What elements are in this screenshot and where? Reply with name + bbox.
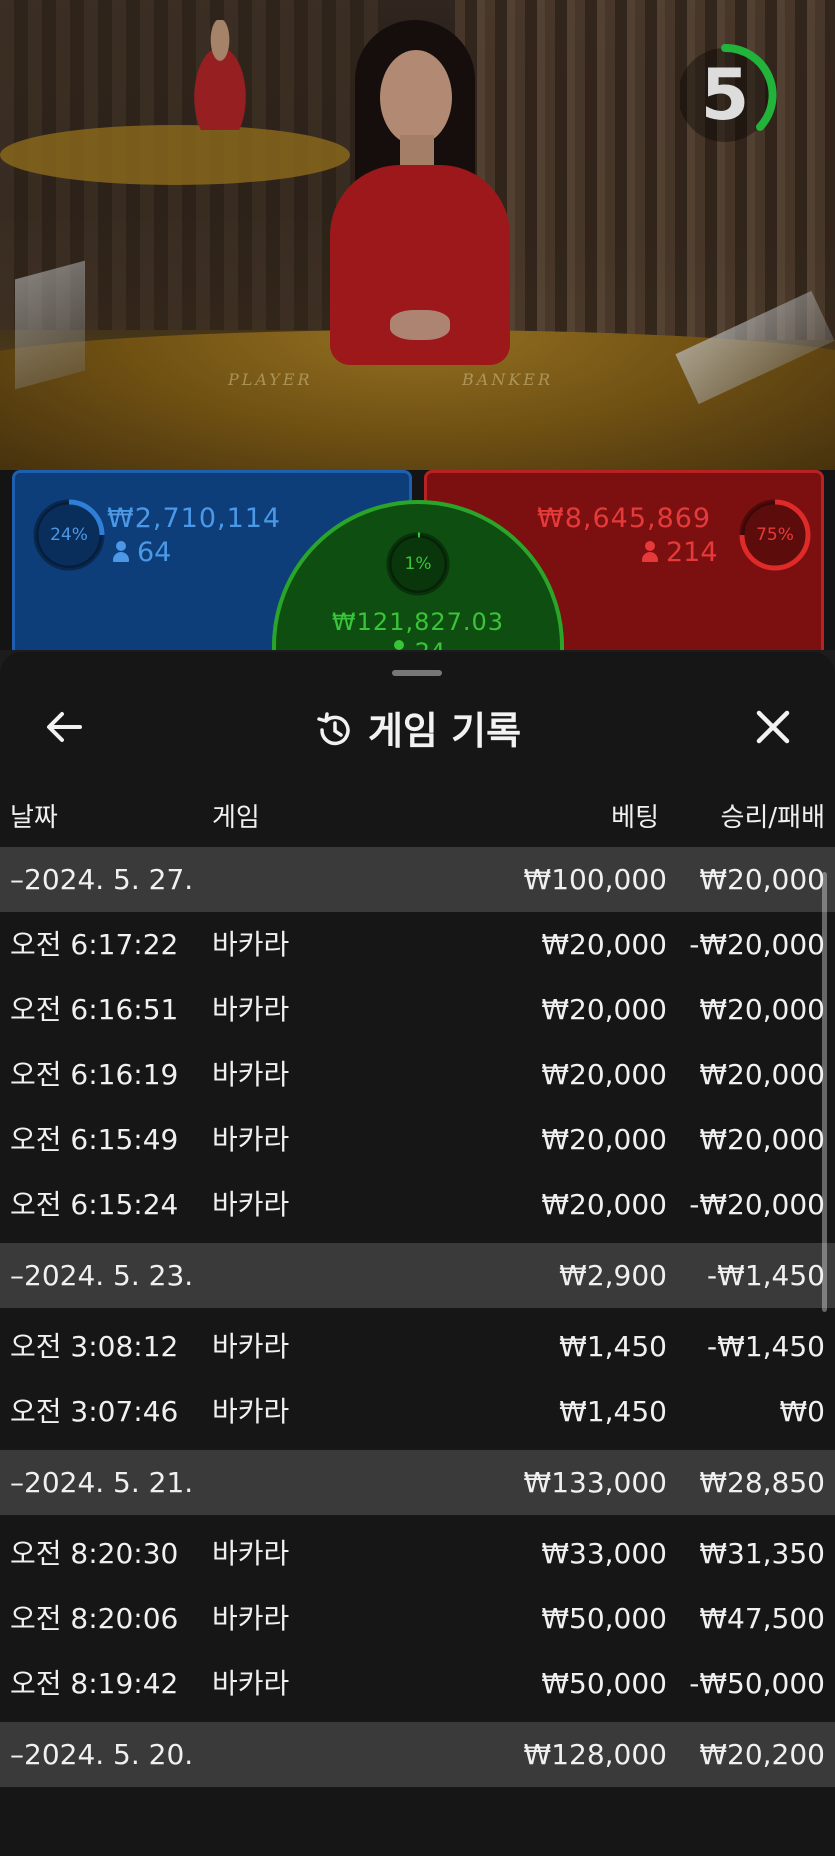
- banker-percent: 75%: [756, 525, 794, 545]
- user-icon: [642, 541, 658, 563]
- sheet-header: 게임 기록: [0, 692, 835, 762]
- row-win: -₩20,000: [689, 1188, 825, 1221]
- player-count-wrap: 64: [113, 537, 171, 568]
- group-win-total: ₩28,850: [699, 1466, 825, 1499]
- column-header-date: 날짜: [10, 803, 58, 833]
- row-win: ₩0: [779, 1395, 826, 1428]
- row-win: ₩20,000: [699, 1123, 825, 1156]
- date-group-row[interactable]: –2024. 5. 21. ₩133,000 ₩28,850: [0, 1450, 835, 1515]
- banker-count: 214: [666, 537, 718, 568]
- row-time: 오전 6:16:19: [10, 1058, 179, 1091]
- column-header-win-loss: 승리/패배: [720, 803, 825, 833]
- player-count: 64: [137, 537, 172, 568]
- row-game: 바카라: [212, 1058, 290, 1091]
- row-time: 오전 6:15:49: [10, 1123, 179, 1156]
- row-time: 오전 3:08:12: [10, 1330, 179, 1363]
- column-header-game: 게임: [212, 803, 260, 833]
- history-scrollbar[interactable]: [822, 872, 827, 1312]
- row-win: ₩20,000: [699, 993, 825, 1026]
- player-percent: 24%: [50, 525, 88, 545]
- row-win: -₩1,450: [707, 1330, 825, 1363]
- date-group-row[interactable]: –2024. 5. 20. ₩128,000 ₩20,200: [0, 1722, 835, 1787]
- history-row[interactable]: 오전 6:16:51 바카라 ₩20,000 ₩20,000: [0, 977, 835, 1042]
- row-bet: ₩20,000: [541, 993, 667, 1026]
- group-date: –2024. 5. 23.: [10, 1259, 194, 1292]
- row-bet: ₩1,450: [559, 1395, 667, 1428]
- row-time: 오전 8:19:42: [10, 1667, 179, 1700]
- group-bet-total: ₩2,900: [559, 1259, 667, 1292]
- group-bet-total: ₩128,000: [523, 1738, 667, 1771]
- row-game: 바카라: [212, 1188, 290, 1221]
- history-row[interactable]: 오전 6:16:19 바카라 ₩20,000 ₩20,000: [0, 1042, 835, 1107]
- group-bet-total: ₩133,000: [523, 1466, 667, 1499]
- row-bet: ₩20,000: [541, 1123, 667, 1156]
- column-header-bet: 베팅: [611, 803, 659, 833]
- row-win: -₩20,000: [689, 928, 825, 961]
- history-row[interactable]: 오전 3:08:12 바카라 ₩1,450 -₩1,450: [0, 1314, 835, 1379]
- history-row[interactable]: 오전 8:20:30 바카라 ₩33,000 ₩31,350: [0, 1521, 835, 1586]
- date-group-row[interactable]: –2024. 5. 27. ₩100,000 ₩20,000: [0, 847, 835, 912]
- history-icon: [317, 712, 350, 746]
- group-date: –2024. 5. 20.: [10, 1738, 194, 1771]
- game-history-sheet: 게임 기록 날짜 게임 베팅 승리/패배 –2024. 5. 27. ₩100,…: [0, 652, 835, 1856]
- row-time: 오전 6:16:51: [10, 993, 179, 1026]
- group-win-total: ₩20,000: [699, 863, 825, 896]
- close-button[interactable]: [748, 702, 798, 752]
- close-icon: [756, 710, 790, 744]
- group-date: –2024. 5. 27.: [10, 863, 194, 896]
- row-bet: ₩1,450: [559, 1330, 667, 1363]
- row-time: 오전 3:07:46: [10, 1395, 179, 1428]
- row-game: 바카라: [212, 1123, 290, 1156]
- user-icon: [113, 541, 129, 563]
- row-bet: ₩33,000: [541, 1537, 667, 1570]
- row-bet: ₩20,000: [541, 928, 667, 961]
- timer-value: 5: [700, 54, 750, 136]
- tie-percent-ring: 1%: [384, 530, 452, 598]
- row-time: 오전 6:17:22: [10, 928, 179, 961]
- group-bet-total: ₩100,000: [523, 863, 667, 896]
- row-win: ₩20,000: [699, 1058, 825, 1091]
- row-time: 오전 8:20:30: [10, 1537, 179, 1570]
- history-row[interactable]: 오전 6:15:49 바카라 ₩20,000 ₩20,000: [0, 1107, 835, 1172]
- banker-percent-ring: 75%: [737, 497, 813, 573]
- tie-percent: 1%: [404, 554, 432, 574]
- row-time: 오전 6:15:24: [10, 1188, 179, 1221]
- tie-bet-amount: ₩121,827.03: [331, 608, 505, 636]
- sheet-drag-handle[interactable]: [392, 670, 442, 676]
- row-time: 오전 8:20:06: [10, 1602, 179, 1635]
- row-bet: ₩50,000: [541, 1602, 667, 1635]
- history-row[interactable]: 오전 8:19:42 바카라 ₩50,000 -₩50,000: [0, 1651, 835, 1716]
- group-win-total: ₩20,200: [699, 1738, 825, 1771]
- history-row[interactable]: 오전 6:15:24 바카라 ₩20,000 -₩20,000: [0, 1172, 835, 1237]
- row-game: 바카라: [212, 928, 290, 961]
- group-win-total: -₩1,450: [707, 1259, 825, 1292]
- player-bet-amount: ₩2,710,114: [107, 503, 282, 534]
- row-win: -₩50,000: [689, 1667, 825, 1700]
- sheet-title: 게임 기록: [0, 700, 835, 755]
- row-game: 바카라: [212, 1602, 290, 1635]
- group-date: –2024. 5. 21.: [10, 1466, 194, 1499]
- row-bet: ₩50,000: [541, 1667, 667, 1700]
- history-row[interactable]: 오전 3:07:46 바카라 ₩1,450 ₩0: [0, 1379, 835, 1444]
- row-game: 바카라: [212, 1330, 290, 1363]
- row-win: ₩47,500: [699, 1602, 825, 1635]
- row-game: 바카라: [212, 1537, 290, 1570]
- history-list: –2024. 5. 27. ₩100,000 ₩20,000 오전 6:17:2…: [0, 847, 835, 1787]
- row-game: 바카라: [212, 1667, 290, 1700]
- countdown-timer: 5: [680, 35, 800, 155]
- row-bet: ₩20,000: [541, 1188, 667, 1221]
- banker-bet-amount: ₩8,645,869: [537, 503, 712, 534]
- player-percent-ring: 24%: [31, 497, 107, 573]
- history-row[interactable]: 오전 8:20:06 바카라 ₩50,000 ₩47,500: [0, 1586, 835, 1651]
- banker-count-wrap: 214: [642, 537, 718, 568]
- row-win: ₩31,350: [699, 1537, 825, 1570]
- history-row[interactable]: 오전 6:17:22 바카라 ₩20,000 -₩20,000: [0, 912, 835, 977]
- row-game: 바카라: [212, 993, 290, 1026]
- row-bet: ₩20,000: [541, 1058, 667, 1091]
- row-game: 바카라: [212, 1395, 290, 1428]
- date-group-row[interactable]: –2024. 5. 23. ₩2,900 -₩1,450: [0, 1243, 835, 1308]
- sheet-title-text: 게임 기록: [367, 709, 522, 753]
